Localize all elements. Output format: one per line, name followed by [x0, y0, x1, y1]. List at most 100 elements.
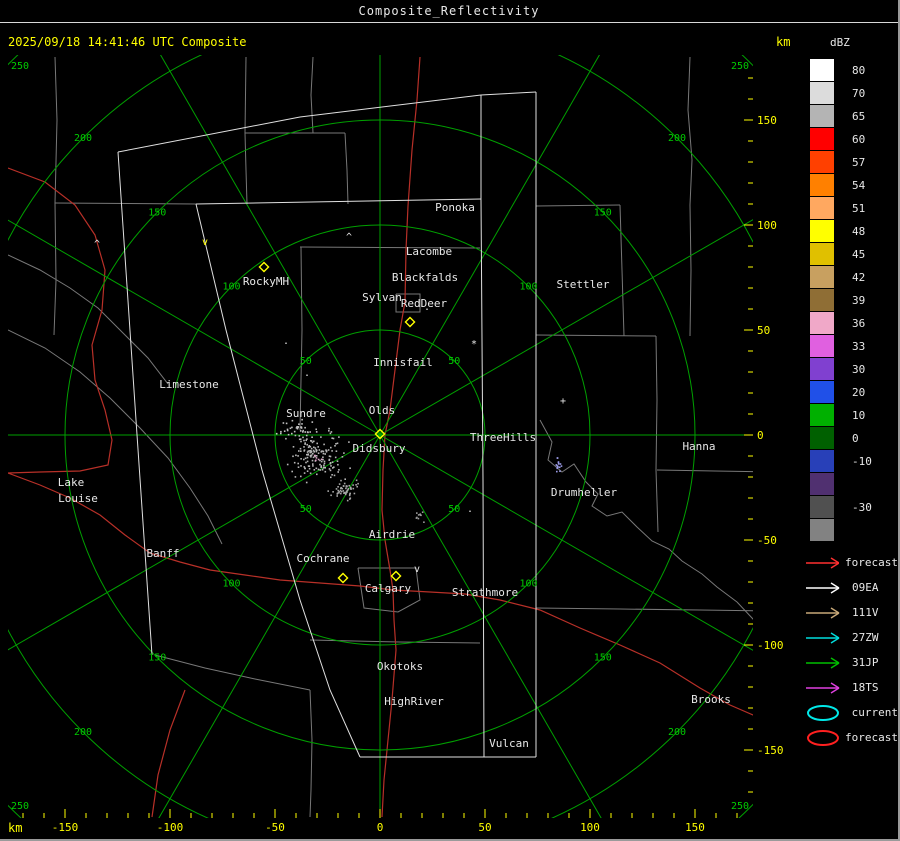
dbz-color-swatch	[810, 289, 834, 312]
dbz-color-swatch	[810, 427, 834, 450]
track-arrow-icon	[804, 628, 846, 648]
track-legend-item: 18TS	[804, 675, 898, 700]
dbz-color-swatch	[810, 450, 834, 473]
svg-text:150: 150	[148, 207, 166, 218]
track-label: 27ZW	[852, 631, 879, 644]
track-label: forecast	[845, 731, 898, 744]
svg-text:-100: -100	[157, 821, 184, 834]
track-label: 09EA	[852, 581, 879, 594]
city-labels: PonokaLacombeBlackfaldsSylvanRedDeerStet…	[58, 201, 731, 750]
track-label: 111V	[852, 606, 879, 619]
track-arrow-icon	[804, 653, 846, 673]
storm-track-legend: forecast 09EA 111V 27ZW 31JP 18TS current forec…	[800, 550, 898, 750]
svg-text:250: 250	[11, 801, 29, 812]
svg-text:-50: -50	[757, 534, 777, 547]
dbz-color-scale: 807065605754514845423936333020100-10-30	[800, 59, 898, 542]
dbz-scale-row: -10	[800, 450, 898, 473]
svg-text:100: 100	[222, 282, 240, 293]
city-label: Blackfalds	[392, 271, 458, 284]
svg-text:100: 100	[757, 219, 777, 232]
dbz-color-swatch	[810, 335, 834, 358]
city-label: HighRiver	[384, 695, 444, 708]
track-arrow-icon	[804, 678, 846, 698]
svg-text:50: 50	[448, 356, 460, 367]
dbz-value-label: 60	[852, 133, 865, 146]
city-label: Brooks	[691, 693, 731, 706]
dbz-color-swatch	[810, 197, 834, 220]
dbz-scale-row: 33	[800, 335, 898, 358]
city-label: Banff	[146, 547, 179, 560]
city-label: Sundre	[286, 407, 326, 420]
svg-text:150: 150	[685, 821, 705, 834]
city-label: Airdrie	[369, 528, 415, 541]
city-label: Ponoka	[435, 201, 475, 214]
city-label: Stettler	[557, 278, 610, 291]
city-label: RockyMH	[243, 275, 289, 288]
city-label: Vulcan	[489, 737, 529, 750]
track-legend-item: 111V	[804, 600, 898, 625]
track-ellipse-icon	[804, 728, 839, 748]
svg-text:150: 150	[594, 653, 612, 664]
track-label: forecast	[845, 556, 898, 569]
svg-text:200: 200	[668, 133, 686, 144]
svg-text:-150: -150	[52, 821, 79, 834]
svg-text:50: 50	[448, 504, 460, 515]
dbz-color-swatch	[810, 496, 834, 519]
dbz-color-swatch	[810, 243, 834, 266]
dbz-color-swatch	[810, 59, 834, 82]
city-label: Drumheller	[551, 486, 618, 499]
dbz-value-label: -30	[852, 501, 872, 514]
track-arrow-icon	[804, 553, 839, 573]
dbz-scale-row: 30	[800, 358, 898, 381]
svg-text:150: 150	[148, 653, 166, 664]
dbz-value-label: 51	[852, 202, 865, 215]
dbz-value-label: 54	[852, 179, 865, 192]
city-label: Lacombe	[406, 245, 452, 258]
dbz-scale-row	[800, 473, 898, 496]
svg-text:.: .	[304, 368, 310, 379]
dbz-scale-row: 48	[800, 220, 898, 243]
svg-text:200: 200	[74, 727, 92, 738]
svg-text:-50: -50	[265, 821, 285, 834]
dbz-value-label: 20	[852, 386, 865, 399]
dbz-color-swatch	[810, 82, 834, 105]
dbz-scale-row: -30	[800, 496, 898, 519]
svg-text:100: 100	[580, 821, 600, 834]
svg-text:0: 0	[377, 821, 384, 834]
radar-app-window: Composite_Reflectivity 2025/09/18 14:41:…	[0, 0, 900, 841]
dbz-value-label: 33	[852, 340, 865, 353]
track-label: current	[852, 706, 898, 719]
dbz-color-swatch	[810, 105, 834, 128]
city-label: Olds	[369, 404, 396, 417]
dbz-color-swatch	[810, 519, 834, 542]
dbz-value-label: 65	[852, 110, 865, 123]
svg-text:.: .	[283, 336, 289, 347]
svg-text:-100: -100	[757, 639, 784, 652]
radar-map-canvas[interactable]: 5050505010010010010015015015015020020020…	[0, 0, 900, 841]
dbz-value-label: 10	[852, 409, 865, 422]
track-label: 18TS	[852, 681, 879, 694]
track-legend-item: forecast	[804, 725, 898, 750]
svg-text:*: *	[471, 339, 477, 350]
dbz-value-label: 0	[852, 432, 859, 445]
dbz-scale-row: 60	[800, 128, 898, 151]
svg-text:50: 50	[300, 356, 312, 367]
dbz-color-swatch	[810, 404, 834, 427]
dbz-color-swatch	[810, 312, 834, 335]
track-legend-item: 09EA	[804, 575, 898, 600]
svg-text:v: v	[414, 564, 420, 575]
dbz-value-label: 42	[852, 271, 865, 284]
track-legend-item: forecast	[804, 550, 898, 575]
city-label: Innisfail	[373, 356, 433, 369]
track-label: 31JP	[852, 656, 879, 669]
svg-text:150: 150	[594, 207, 612, 218]
dbz-value-label: 30	[852, 363, 865, 376]
dbz-scale-row: 65	[800, 105, 898, 128]
svg-text:^: ^	[94, 239, 100, 250]
dbz-scale-row: 20	[800, 381, 898, 404]
dbz-color-swatch	[810, 174, 834, 197]
svg-text:200: 200	[668, 727, 686, 738]
dbz-value-label: 45	[852, 248, 865, 261]
dbz-color-swatch	[810, 128, 834, 151]
city-label: RedDeer	[401, 297, 448, 310]
